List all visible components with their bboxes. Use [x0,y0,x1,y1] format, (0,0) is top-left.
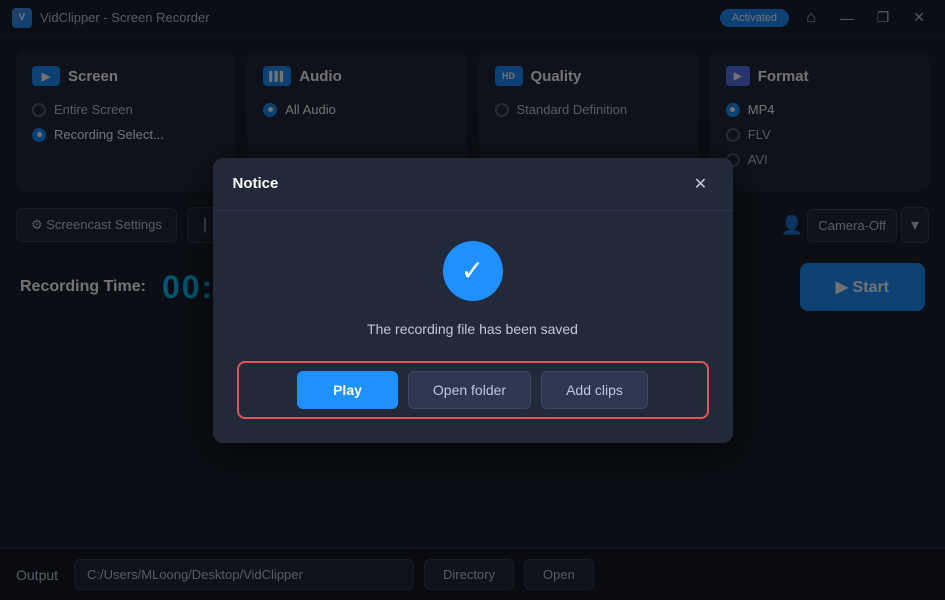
modal-close-button[interactable]: ✕ [689,172,713,196]
modal-body: ✓ The recording file has been saved Play… [213,211,733,443]
modal-header: Notice ✕ [213,158,733,211]
modal-actions: Play Open folder Add clips [237,361,709,419]
success-check-icon: ✓ [443,241,503,301]
modal-message: The recording file has been saved [237,321,709,337]
play-button[interactable]: Play [297,371,398,409]
modal-title: Notice [233,175,279,192]
notice-modal: Notice ✕ ✓ The recording file has been s… [213,158,733,443]
add-clips-button[interactable]: Add clips [541,371,648,409]
open-folder-button[interactable]: Open folder [408,371,531,409]
modal-overlay[interactable]: Notice ✕ ✓ The recording file has been s… [0,0,945,600]
